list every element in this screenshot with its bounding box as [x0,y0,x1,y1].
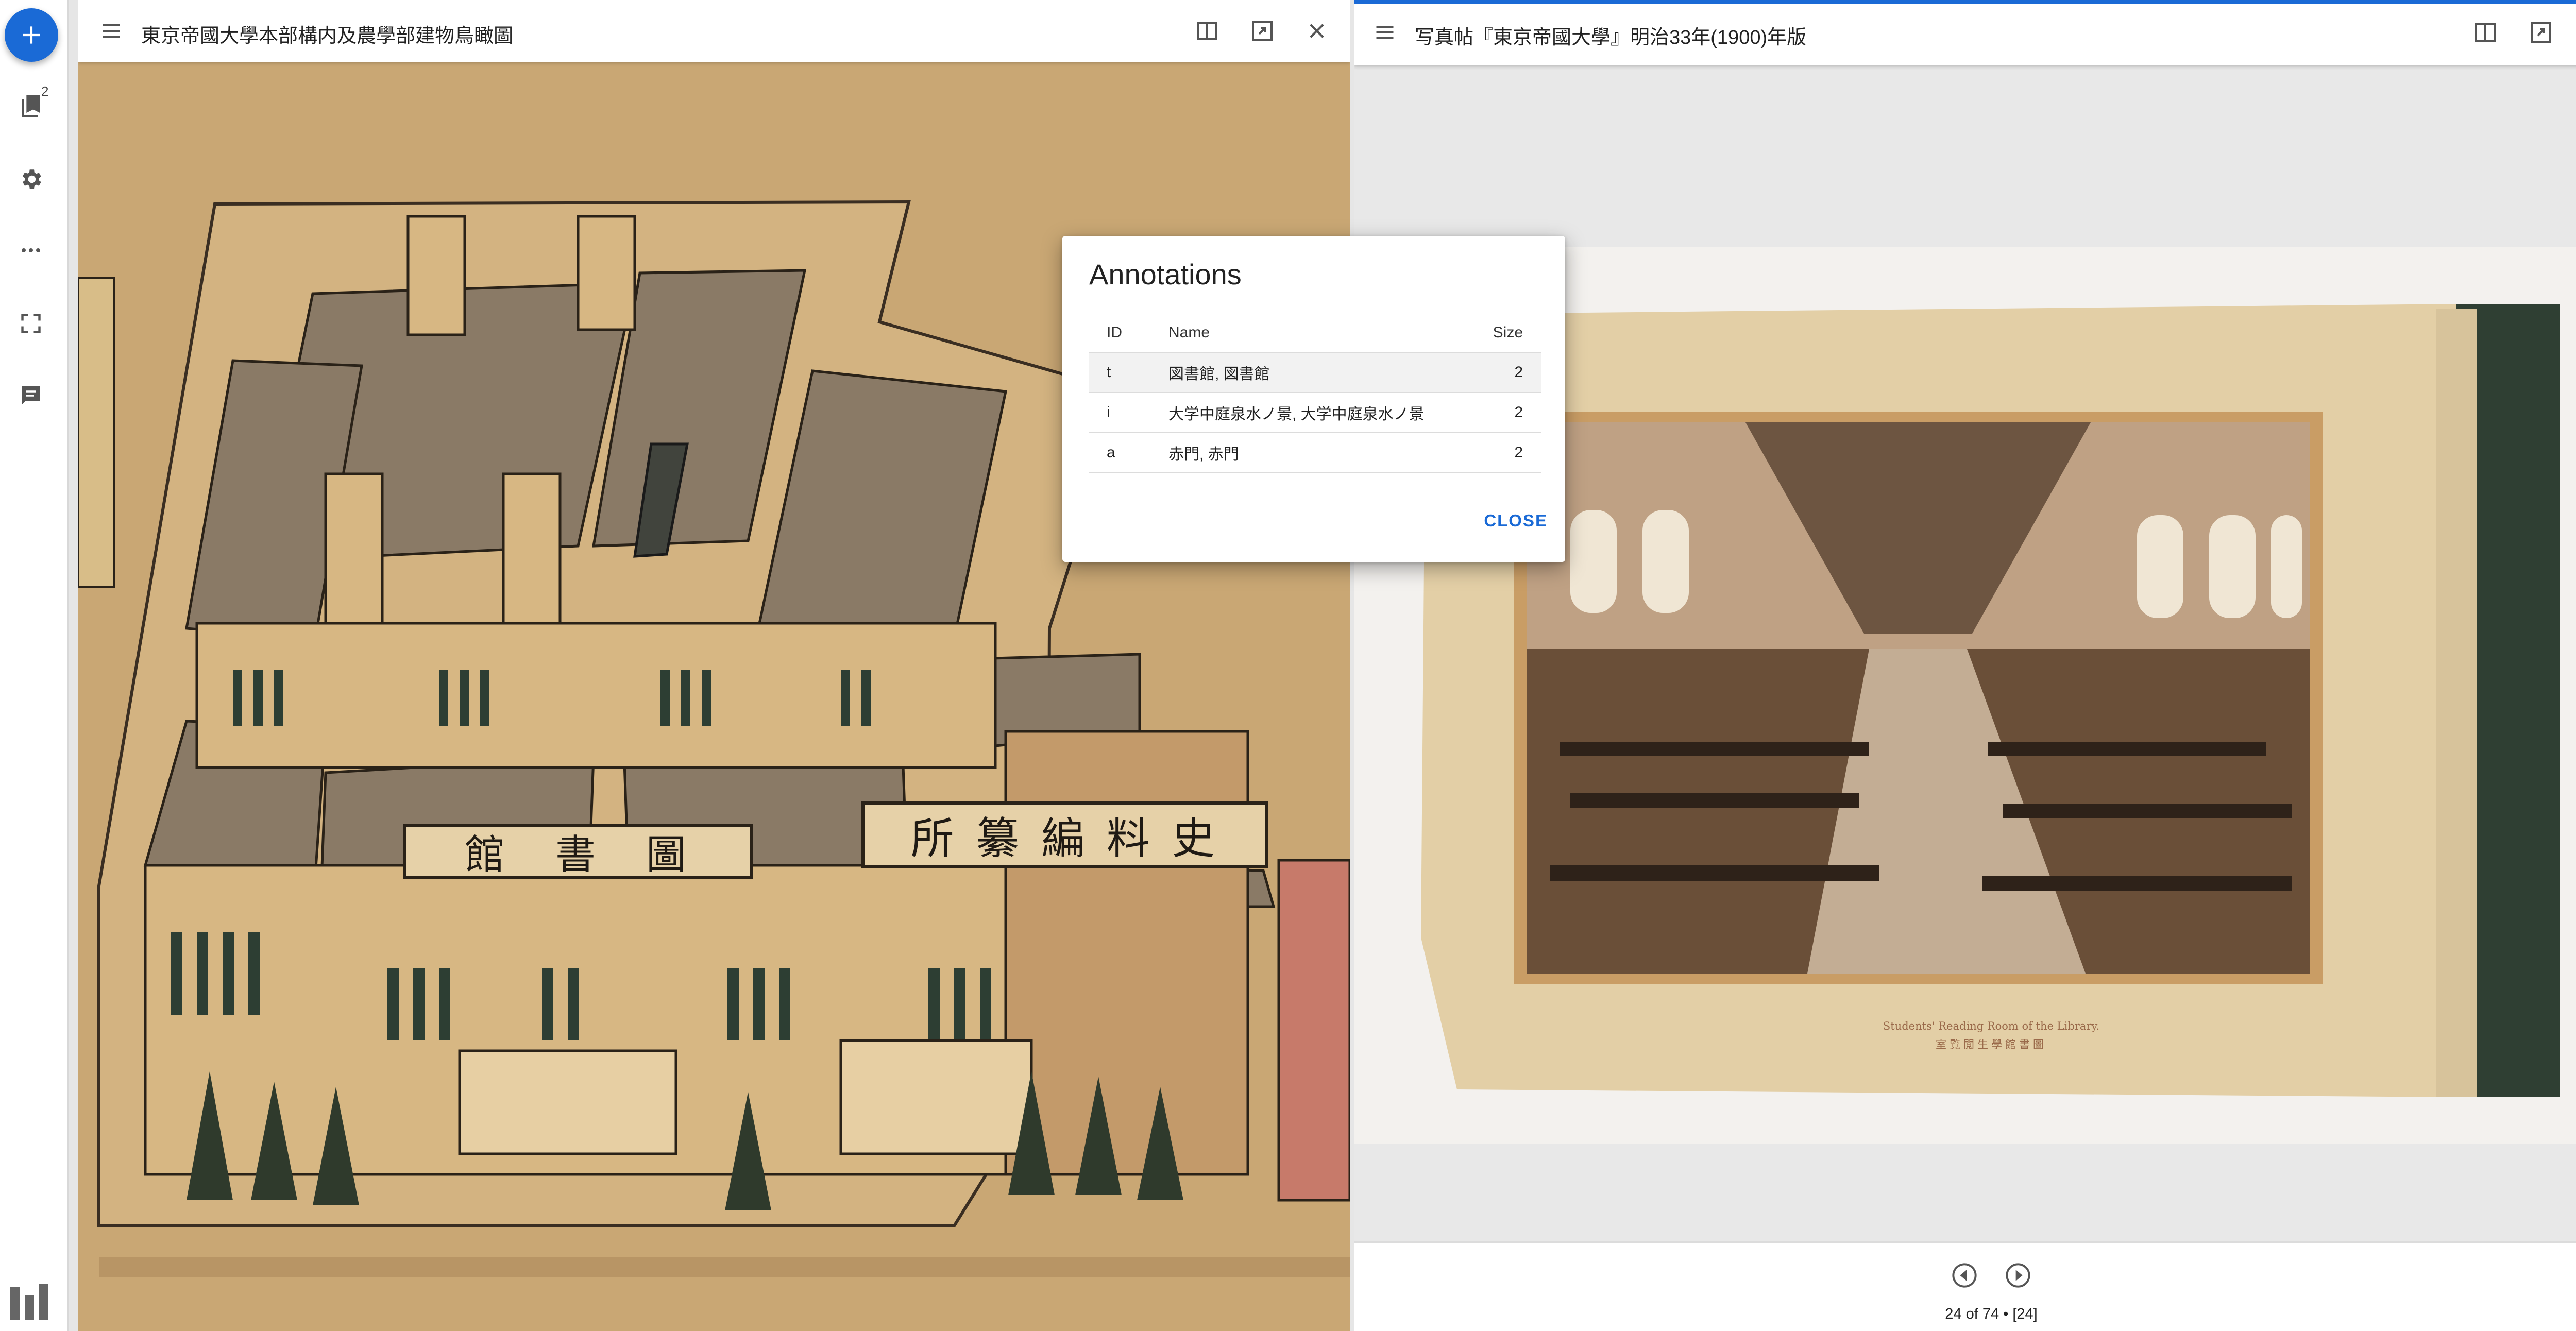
more-horizontal-icon [22,248,40,252]
photo-caption-japanese: 室覧閲生學館書圖 [1936,1038,2047,1051]
annotation-size: 2 [1485,352,1541,393]
annotations-dialog: Annotations ID Name Size t 図書館, 図書館 2 i … [1062,236,1565,562]
annotation-size: 2 [1485,433,1541,473]
annotations-table: ID Name Size t 図書館, 図書館 2 i 大学中庭泉水ノ景, 大学… [1089,313,1541,473]
column-header-name: Name [1151,313,1485,353]
workspace-sidebar: 2 [0,0,69,1331]
annotation-name: 赤門, 赤門 [1151,433,1485,473]
annotation-size: 2 [1485,393,1541,433]
table-row[interactable]: i 大学中庭泉水ノ景, 大学中庭泉水ノ景 2 [1089,393,1541,433]
comment-icon [22,386,40,405]
column-header-id: ID [1089,313,1151,353]
maximize-window-button[interactable] [2522,14,2560,51]
mirador-logo-icon [9,1283,50,1322]
add-resource-button[interactable] [5,8,58,62]
window-left-titlebar: 東京帝國大學本部構内及農學部建物鳥瞰圖 [78,0,1350,62]
previous-page-button[interactable] [1947,1258,1981,1292]
maximize-window-button[interactable] [1244,12,1281,49]
fullscreen-button[interactable] [13,306,48,341]
window-menu-button[interactable] [93,12,130,49]
next-arrow-icon [2006,1263,2030,1288]
split-view-icon [2475,23,2496,42]
annotation-name: 大学中庭泉水ノ景, 大学中庭泉水ノ景 [1151,393,1485,433]
gear-icon [22,169,41,189]
window-menu-button[interactable] [1366,14,1403,51]
table-header-row: ID Name Size [1089,313,1541,353]
bookmarks-count-badge: 2 [41,83,49,99]
window-right-titlebar: 写真帖『東京帝國大學』明治33年(1900)年版 [1354,4,2576,65]
table-row[interactable]: t 図書館, 図書館 2 [1089,352,1541,393]
historiography-signboard: 所 纂 編 料 史 [861,801,1268,868]
annotation-name: 図書館, 図書館 [1151,352,1485,393]
table-row[interactable]: a 赤門, 赤門 2 [1089,433,1541,473]
annotation-id: a [1089,433,1151,473]
window-right: Students' Reading Room of the Library. 室… [1354,0,2576,1331]
more-options-button[interactable] [13,233,48,268]
split-view-icon [1197,22,1217,40]
column-header-size: Size [1485,313,1541,353]
close-icon [1310,24,1324,38]
window-title: 東京帝國大學本部構内及農學部建物鳥瞰圖 [141,25,514,47]
hamburger-menu-icon [103,24,120,38]
settings-button[interactable] [13,162,48,197]
fullscreen-icon [21,314,41,333]
bookmark-icon [22,95,40,117]
photo-caption-english: Students' Reading Room of the Library. [1883,1020,2100,1032]
maximize-icon [2531,22,2551,43]
window-title: 写真帖『東京帝國大學』明治33年(1900)年版 [1415,27,1807,48]
library-signboard: 館 書 圖 [403,824,753,879]
annotation-id: i [1089,393,1151,433]
previous-arrow-icon [1952,1263,1977,1288]
close-dialog-button[interactable]: CLOSE [1484,511,1548,531]
annotations-button[interactable] [13,378,48,413]
annotation-id: t [1089,352,1151,393]
canvas-navigation-footer: 24 of 74 • [24] [1354,1241,2576,1331]
page-indicator: 24 of 74 • [24] [1945,1306,2038,1322]
split-view-button[interactable] [2467,14,2504,51]
maximize-icon [1252,21,1273,41]
plus-icon [23,26,40,44]
dialog-title: Annotations [1089,258,1242,291]
split-view-button[interactable] [1189,12,1226,49]
next-page-button[interactable] [2001,1258,2035,1292]
hamburger-menu-icon [1376,25,1394,40]
close-window-button[interactable] [1298,12,1335,49]
window-left: 館 書 圖 所 纂 編 料 史 東京帝國大學本部構内及農學部建物鳥瞰圖 [78,0,1350,1331]
